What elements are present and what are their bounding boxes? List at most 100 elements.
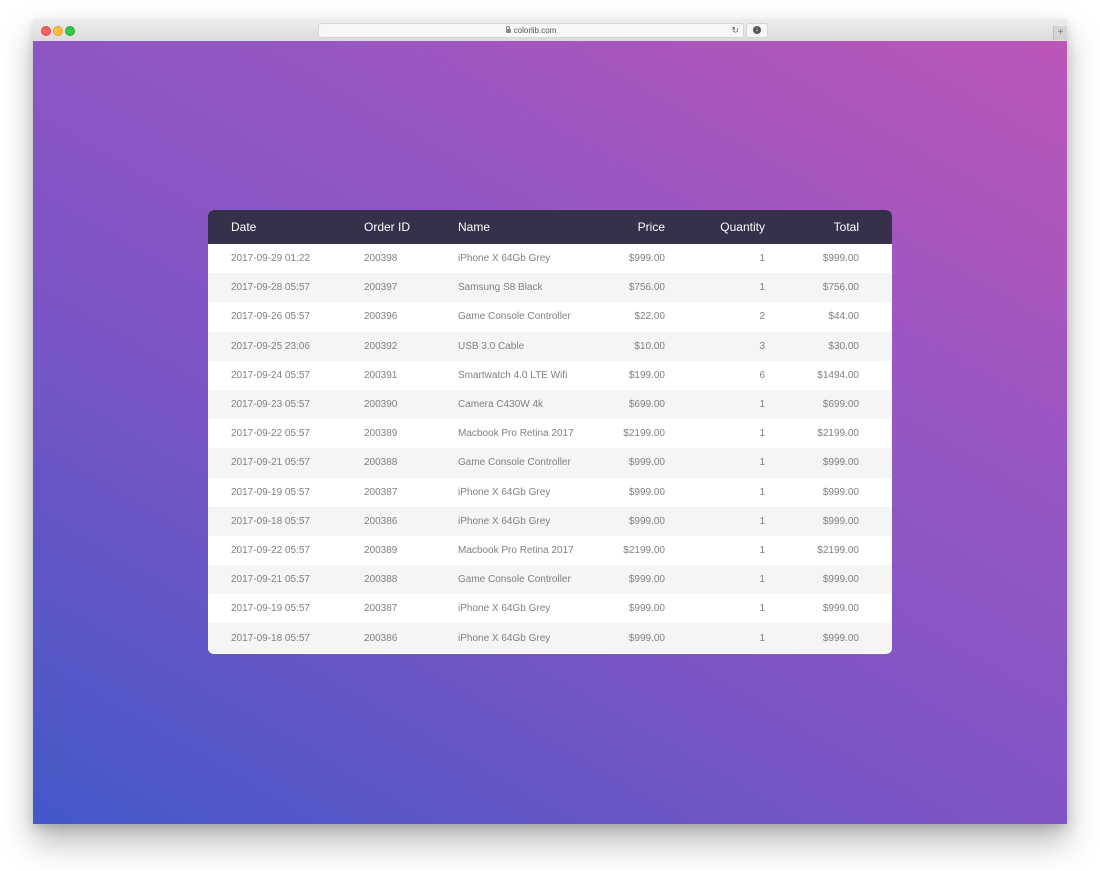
cell-name: Smartwatch 4.0 LTE Wifi xyxy=(458,369,568,381)
cell-total: $2199.00 xyxy=(817,428,859,440)
reload-icon[interactable]: ↻ xyxy=(731,24,739,37)
cell-order-id: 200390 xyxy=(364,399,398,411)
orders-table: Date Order ID Name Price Quantity Total … xyxy=(208,210,892,653)
cell-price: $999.00 xyxy=(628,515,665,527)
cell-total: $999.00 xyxy=(822,486,859,498)
cell-total: $756.00 xyxy=(822,282,859,294)
cell-quantity: 1 xyxy=(759,515,765,527)
cell-name: Macbook Pro Retina 2017 xyxy=(458,544,574,556)
cell-price: $199.00 xyxy=(628,369,665,381)
cell-order-id: 200392 xyxy=(364,340,398,352)
cell-date: 2017-09-23 05:57 xyxy=(231,399,310,411)
table-row: 2017-09-21 05:57 200388 Game Console Contr… xyxy=(208,448,892,478)
table-row: 2017-09-25 23:06 200392 USB 3.0 Cable $10.0… xyxy=(208,331,892,361)
cell-name: iPhone X 64Gb Grey xyxy=(458,515,551,527)
cell-quantity: 1 xyxy=(759,253,765,265)
cell-order-id: 200397 xyxy=(364,282,398,294)
address-bar[interactable]: colorlib.com ↻ xyxy=(318,23,744,38)
table-header-row: Date Order ID Name Price Quantity Total xyxy=(208,210,892,244)
cell-name: Samsung S8 Black xyxy=(458,282,543,294)
cell-price: $999.00 xyxy=(628,253,665,265)
table-row: 2017-09-22 05:57 200389 Macbook Pro Retina… xyxy=(208,419,892,449)
cell-quantity: 1 xyxy=(759,486,765,498)
cell-order-id: 200391 xyxy=(364,369,398,381)
cell-total: $30.00 xyxy=(828,340,859,352)
cell-total: $699.00 xyxy=(822,399,859,411)
cell-order-id: 200387 xyxy=(364,486,398,498)
cell-order-id: 200388 xyxy=(364,574,398,586)
cell-name: iPhone X 64Gb Grey xyxy=(458,486,551,498)
cell-date: 2017-09-28 05:57 xyxy=(231,282,310,294)
cell-name: Game Console Controller xyxy=(458,574,571,586)
cell-quantity: 1 xyxy=(759,457,765,469)
cell-price: $756.00 xyxy=(628,282,665,294)
cell-name: Camera C430W 4k xyxy=(458,399,544,411)
table-row: 2017-09-23 05:57 200390 Camera C430W 4k $69… xyxy=(208,389,892,420)
cell-date: 2017-09-21 05:57 xyxy=(231,574,310,586)
cell-quantity: 1 xyxy=(759,399,765,411)
cell-order-id: 200389 xyxy=(364,428,398,440)
cell-price: $22.00 xyxy=(634,311,665,323)
table-row: 2017-09-19 05:57 200387 iPhone X 64Gb Grey… xyxy=(208,594,892,624)
cell-date: 2017-09-24 05:57 xyxy=(231,369,310,381)
table-row: 2017-09-21 05:57 200388 Game Console Contr… xyxy=(208,565,892,595)
cell-quantity: 3 xyxy=(759,340,765,352)
cell-quantity: 1 xyxy=(759,632,765,644)
cell-date: 2017-09-26 05:57 xyxy=(231,311,310,323)
url-text: colorlib.com xyxy=(513,26,557,35)
download-button[interactable]: ↓ xyxy=(746,23,768,38)
table-row: 2017-09-24 05:57 200391 Smartwatch 4.0 LTE… xyxy=(208,360,892,390)
browser-window: colorlib.com ↻ ↓ + Date Order ID Name Pr… xyxy=(33,19,1067,824)
cell-name: USB 3.0 Cable xyxy=(458,340,525,352)
cell-price: $999.00 xyxy=(628,632,665,644)
cell-quantity: 1 xyxy=(759,282,765,294)
cell-name: Game Console Controller xyxy=(458,457,571,469)
cell-date: 2017-09-22 05:57 xyxy=(231,428,310,440)
cell-name: iPhone X 64Gb Grey xyxy=(458,603,551,615)
header-quantity: Quantity xyxy=(720,220,765,234)
cell-total: $999.00 xyxy=(822,457,859,469)
zoom-window-button[interactable] xyxy=(65,26,75,36)
cell-name: iPhone X 64Gb Grey xyxy=(458,253,551,265)
cell-quantity: 1 xyxy=(759,544,765,556)
cell-total: $2199.00 xyxy=(817,544,859,556)
new-tab-button[interactable]: + xyxy=(1053,26,1067,40)
table-row: 2017-09-22 05:57 200389 Macbook Pro Retina… xyxy=(208,535,892,566)
cell-price: $2199.00 xyxy=(623,544,665,556)
table-row: 2017-09-28 05:57 200397 Samsung S8 Black $7… xyxy=(208,273,892,303)
cell-date: 2017-09-22 05:57 xyxy=(231,544,310,556)
cell-total: $999.00 xyxy=(822,603,859,615)
cell-price: $2199.00 xyxy=(623,428,665,440)
cell-date: 2017-09-25 23:06 xyxy=(231,340,310,352)
cell-order-id: 200387 xyxy=(364,603,398,615)
close-window-button[interactable] xyxy=(41,26,51,36)
cell-price: $999.00 xyxy=(628,486,665,498)
orders-table-card: Date Order ID Name Price Quantity Total … xyxy=(208,210,892,654)
table-row: 2017-09-29 01:22 200398 iPhone X 64Gb Grey… xyxy=(208,244,892,274)
table-row: 2017-09-26 05:57 200396 Game Console Contr… xyxy=(208,302,892,332)
header-price: Price xyxy=(637,220,665,234)
cell-quantity: 1 xyxy=(759,603,765,615)
cell-date: 2017-09-18 05:57 xyxy=(231,515,310,527)
page-background: Date Order ID Name Price Quantity Total … xyxy=(33,41,1067,824)
cell-quantity: 6 xyxy=(759,369,765,381)
cell-price: $999.00 xyxy=(628,457,665,469)
table-row: 2017-09-18 05:57 200386 iPhone X 64Gb Grey… xyxy=(208,506,892,536)
cell-date: 2017-09-21 05:57 xyxy=(231,457,310,469)
cell-order-id: 200386 xyxy=(364,515,398,527)
download-icon: ↓ xyxy=(753,26,761,34)
cell-price: $10.00 xyxy=(634,340,665,352)
cell-name: iPhone X 64Gb Grey xyxy=(458,632,551,644)
cell-quantity: 1 xyxy=(759,428,765,440)
cell-order-id: 200389 xyxy=(364,544,398,556)
cell-total: $999.00 xyxy=(822,632,859,644)
header-order-id: Order ID xyxy=(364,220,411,234)
header-date: Date xyxy=(231,220,257,234)
cell-price: $699.00 xyxy=(628,399,665,411)
cell-date: 2017-09-29 01:22 xyxy=(231,253,310,265)
cell-name: Macbook Pro Retina 2017 xyxy=(458,428,574,440)
cell-date: 2017-09-19 05:57 xyxy=(231,486,310,498)
minimize-window-button[interactable] xyxy=(53,26,63,36)
cell-total: $1494.00 xyxy=(817,369,859,381)
cell-order-id: 200396 xyxy=(364,311,398,323)
